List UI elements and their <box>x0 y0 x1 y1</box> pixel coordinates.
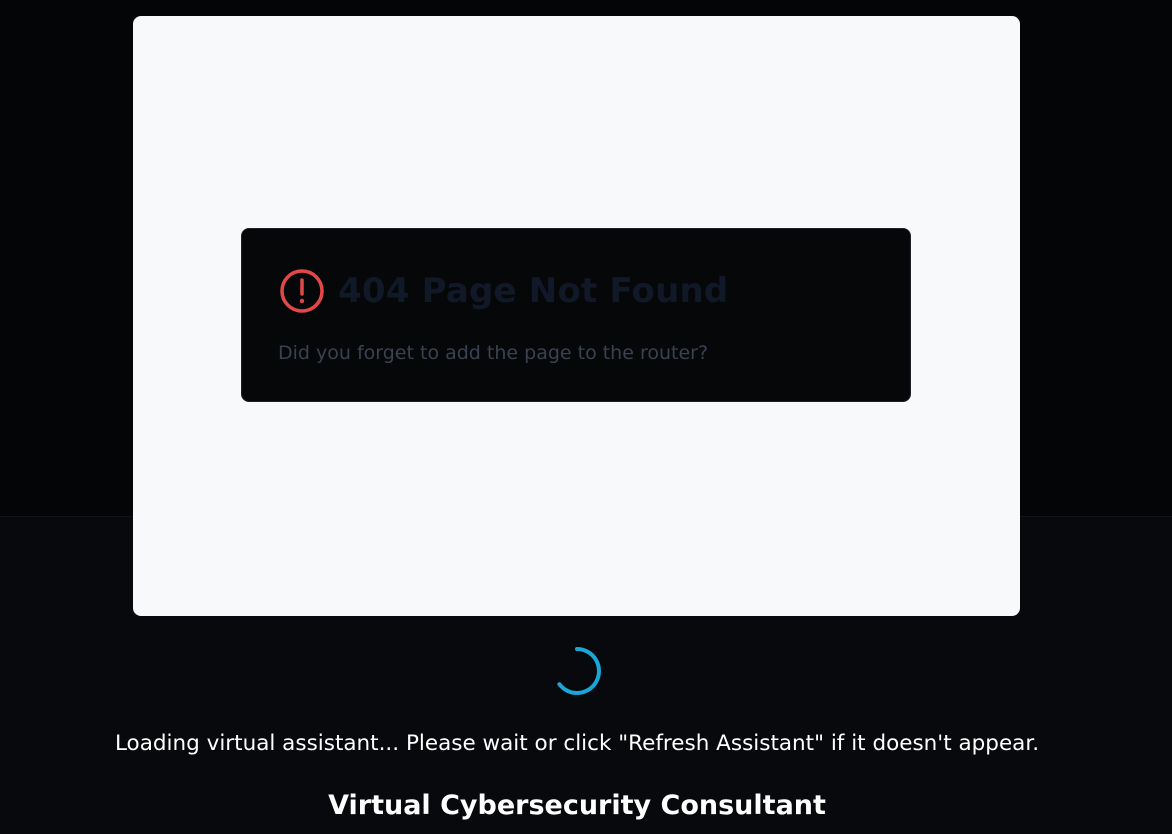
assistant-title: Virtual Cybersecurity Consultant <box>328 790 826 821</box>
error-card: 404 Page Not Found Did you forget to add… <box>241 228 911 402</box>
alert-circle-icon <box>280 269 324 313</box>
assistant-embed-frame[interactable]: 404 Page Not Found Did you forget to add… <box>133 16 1020 616</box>
error-message: Did you forget to add the page to the ro… <box>278 342 709 364</box>
loading-spinner-icon <box>557 647 601 695</box>
loading-message: Loading virtual assistant... Please wait… <box>114 731 1040 756</box>
page: 404 Page Not Found Did you forget to add… <box>0 0 1172 834</box>
error-title: 404 Page Not Found <box>338 271 729 311</box>
